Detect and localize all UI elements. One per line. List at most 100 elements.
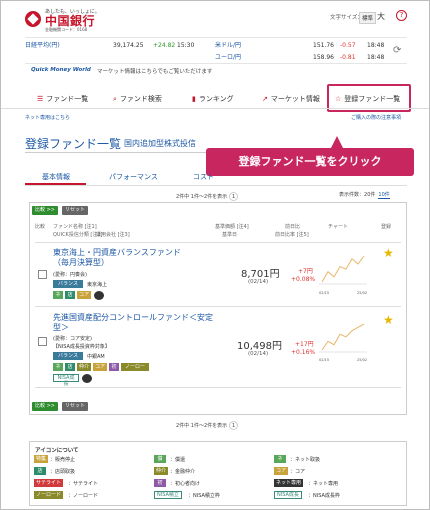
- tag-nisa-growth: NISA成長: [53, 374, 79, 387]
- pagination-page[interactable]: 1: [229, 192, 239, 201]
- fund-change: +17円: [295, 341, 314, 348]
- pagination-page-bottom[interactable]: 1: [229, 421, 239, 430]
- tag-beginner: 初: [109, 363, 119, 371]
- fund-nickname: (愛称：円奏会): [53, 272, 87, 278]
- col-company[interactable]: 運用会社 [注3]: [96, 231, 130, 238]
- fund-company: 東京海上: [87, 282, 108, 288]
- nav-ranking[interactable]: ▮ ランキング: [192, 91, 234, 107]
- fund-nickname: (愛称：コア安定): [53, 336, 92, 342]
- market-value-eurjpy: 158.96: [313, 54, 334, 61]
- market-ticker: 日経平均(円) 39,174.25 +24.82 15:30 米ドル/円 151…: [25, 41, 395, 65]
- font-size-standard-button[interactable]: 標準: [359, 12, 377, 24]
- market-time-nikkei: 15:30: [177, 42, 195, 49]
- legend-tag: サテライト: [34, 479, 64, 487]
- tag-net: ネ: [53, 291, 63, 299]
- legend-text: ：販売停止: [50, 457, 76, 463]
- legend-text: ：償還: [170, 457, 186, 463]
- help-icon[interactable]: ?: [396, 10, 407, 21]
- col-prev-ratio: 前日比: [285, 224, 301, 230]
- registered-star-icon[interactable]: ★: [383, 313, 394, 327]
- reset-button-bottom[interactable]: リセット: [62, 402, 89, 411]
- market-value-usdjpy: 151.76: [313, 42, 334, 49]
- fund-name-link[interactable]: 先進国資産配分コントロールファンド＜安定型＞: [53, 313, 213, 333]
- nav-market-info[interactable]: ↗ マーケット情報: [262, 91, 320, 107]
- registered-star-icon[interactable]: ★: [383, 246, 394, 260]
- legend-tag: NISA成長: [274, 491, 302, 499]
- legend-text: ：ノーロード: [68, 493, 99, 499]
- tag-no-load: ノーロード: [121, 363, 149, 378]
- refresh-icon[interactable]: ⟳: [393, 45, 401, 56]
- market-name-usdjpy[interactable]: 米ドル/円: [215, 41, 241, 51]
- tab-basic-info[interactable]: 基本情報: [42, 172, 70, 182]
- per-page-20[interactable]: 20件: [364, 192, 375, 198]
- chart-line: [321, 255, 365, 283]
- nav-divider: [1, 108, 429, 109]
- legend-tag: 仲介: [154, 467, 169, 475]
- nav-registered-funds[interactable]: ☆ 登録ファンド一覧: [335, 91, 400, 107]
- comment-icon[interactable]: [94, 291, 104, 300]
- tab-cost[interactable]: コスト: [193, 172, 214, 182]
- fund-name-link[interactable]: 東京海上・円資産バランスファンド（毎月決算型）: [53, 248, 193, 268]
- fund-change: +7円: [298, 268, 313, 275]
- page-subtitle: 国内追加型株式投信: [124, 139, 196, 148]
- chart-start-date: 02/15: [319, 291, 330, 295]
- market-name-eurjpy[interactable]: ユーロ/円: [215, 53, 241, 63]
- font-size-large-button[interactable]: 大: [377, 11, 385, 22]
- chart-line: [321, 323, 365, 351]
- compare-button[interactable]: 比較 >>: [32, 206, 58, 215]
- legend-text: ：金融仲介: [170, 469, 196, 475]
- fund-price-date: (02/14): [248, 351, 269, 357]
- col-prev-pct[interactable]: 前日比率 [注5]: [275, 231, 309, 238]
- fund-mini-chart[interactable]: [319, 253, 367, 285]
- legend-tag: 初: [154, 479, 166, 487]
- fund-price: 10,498円: [237, 341, 282, 352]
- legend-tag: 店: [34, 467, 46, 475]
- col-compare: 比較: [35, 224, 46, 230]
- legend-tag: 償: [154, 455, 166, 463]
- quick-money-text[interactable]: マーケット情報はこちらでもご覧いただけます: [97, 67, 212, 75]
- fund-nisa-note: 【NISA成長投資枠対象】: [53, 344, 110, 350]
- tag-core: コア: [77, 291, 91, 299]
- reset-button[interactable]: リセット: [62, 206, 89, 215]
- col-chart: チャート: [328, 224, 348, 230]
- net-only-link[interactable]: ネット専用はこちら: [25, 114, 70, 121]
- nav-fund-search[interactable]: ⌕ ファンド検索: [113, 91, 162, 107]
- per-page-10[interactable]: 10件: [378, 192, 390, 199]
- col-nav-price[interactable]: 基準価額 [注4]: [215, 223, 249, 230]
- quick-money-world-logo[interactable]: Quick Money World: [31, 67, 91, 73]
- compare-checkbox[interactable]: [38, 337, 47, 346]
- star-outline-icon: ☆: [335, 95, 342, 103]
- market-name-nikkei[interactable]: 日経平均(円): [25, 41, 60, 51]
- tabs-divider: [25, 185, 407, 186]
- chart-start-date: 02/15: [319, 358, 330, 362]
- bank-logo-icon[interactable]: [25, 11, 41, 27]
- fund-change-pct: +0.16%: [291, 349, 316, 356]
- category-tag: バランス: [53, 352, 83, 360]
- market-change-usdjpy: -0.57: [340, 42, 356, 49]
- search-icon: ⌕: [113, 95, 117, 103]
- col-register: 登録: [381, 224, 392, 230]
- legend-text: ：ネット取扱: [290, 457, 321, 463]
- compare-checkbox[interactable]: [38, 270, 47, 279]
- market-change-nikkei: +24.82: [153, 42, 176, 49]
- legend-text: ：NISA積立枠: [188, 493, 220, 499]
- bank-code: 金融機関コード：0168: [45, 27, 88, 32]
- result-count-bottom: 2件中 1件～2件を表示 1: [176, 421, 239, 430]
- ranking-icon: ▮: [192, 95, 196, 103]
- legend-text: ：サテライト: [68, 481, 99, 487]
- legend-title: アイコンについて: [35, 448, 79, 454]
- legend-text: ：初心者向け: [170, 481, 201, 487]
- fund-mini-chart[interactable]: [319, 321, 367, 353]
- purchase-notes-link[interactable]: ご購入の際の注意事項: [351, 114, 401, 121]
- per-page-selector: 表示件数：20件 10件: [339, 192, 390, 199]
- fund-price-date: (02/14): [248, 279, 269, 285]
- legend-text: ：ネット専用: [308, 481, 339, 487]
- col-fund-name[interactable]: ファンド名称 [注1]: [53, 223, 97, 230]
- compare-button-bottom[interactable]: 比較 >>: [32, 402, 58, 411]
- tab-performance[interactable]: パフォーマンス: [109, 172, 158, 182]
- comment-icon[interactable]: [82, 374, 92, 383]
- nav-fund-list[interactable]: ☰ ファンド一覧: [37, 91, 88, 107]
- legend-text: ：NISA成長枠: [308, 493, 340, 499]
- divider: [25, 63, 407, 64]
- font-size-label: 文字サイズ：: [330, 15, 363, 21]
